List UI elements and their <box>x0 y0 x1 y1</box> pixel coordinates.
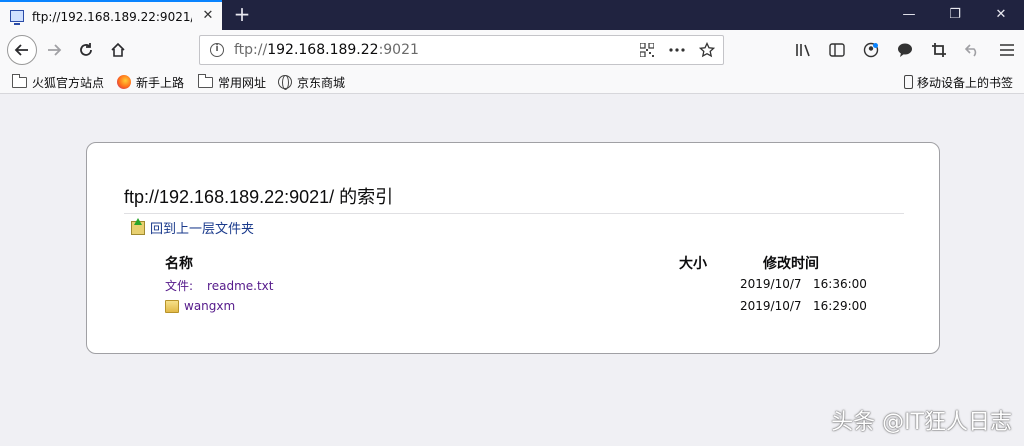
modified-date: 2019/10/7 <box>740 299 802 313</box>
reload-icon <box>80 43 92 56</box>
undo-icon[interactable] <box>956 36 990 64</box>
bookmark-mobile[interactable]: 移动设备上的书签 <box>904 73 1013 91</box>
qr-code-icon[interactable] <box>637 40 657 60</box>
back-button[interactable] <box>7 35 37 65</box>
computer-icon <box>10 10 24 25</box>
file-prefix: 文件: <box>165 279 194 293</box>
url-host: 192.168.189.22 <box>267 42 379 58</box>
bookmark-firefox-official[interactable]: 火狐官方站点 <box>12 73 104 91</box>
parent-directory-link[interactable]: 回到上一层文件夹 <box>131 217 255 237</box>
modified-time: 16:36:00 <box>813 277 867 291</box>
forward-button[interactable] <box>40 36 68 64</box>
url-text[interactable]: ftp://192.168.189.22:9021 <box>234 42 419 58</box>
tab-title: ftp://192.168.189.22:9021/ 的 <box>32 9 192 24</box>
page-actions-icon[interactable] <box>667 40 687 60</box>
watermark: 头条 @IT狂人日志 <box>831 410 1012 435</box>
globe-icon <box>278 75 292 90</box>
tab-ftp-index[interactable]: ftp://192.168.189.22:9021/ 的 ✕ <box>0 0 222 30</box>
reload-button[interactable] <box>72 36 100 64</box>
folder-name: wangxm <box>184 299 236 313</box>
bookmark-label: 京东商城 <box>297 75 346 90</box>
new-tab-button[interactable]: + <box>230 3 254 27</box>
close-tab-icon[interactable]: ✕ <box>200 8 216 24</box>
modified-time: 16:29:00 <box>813 299 867 313</box>
file-name: readme.txt <box>207 278 274 293</box>
back-arrow-icon <box>14 44 28 56</box>
firefox-icon <box>117 75 131 89</box>
folder-icon <box>12 73 27 88</box>
page-title: ftp://192.168.189.22:9021/ 的索引 <box>124 183 904 214</box>
table-row: 文件: readme.txt 2019/10/7 16:36:00 <box>165 277 867 297</box>
bookmarks-toolbar: 火狐官方站点 新手上路 常用网址 京东商城 移动设备上的书签 <box>0 70 1024 94</box>
address-bar[interactable]: i ftp://192.168.189.22:9021 <box>199 35 724 65</box>
file-link[interactable]: 文件: readme.txt <box>165 277 273 294</box>
url-port: :9021 <box>378 42 419 58</box>
minimize-button[interactable]: — <box>886 0 932 30</box>
sidebar-icon[interactable] <box>820 36 854 64</box>
forward-arrow-icon <box>48 44 62 56</box>
account-icon[interactable] <box>854 36 888 64</box>
screenshot-crop-icon[interactable] <box>922 36 956 64</box>
bookmark-label: 移动设备上的书签 <box>917 75 1014 90</box>
restore-button[interactable]: ❐ <box>932 0 978 30</box>
close-window-button[interactable]: ✕ <box>978 0 1024 30</box>
bookmark-label: 火狐官方站点 <box>32 75 105 90</box>
bookmark-label: 新手上路 <box>136 75 185 90</box>
toolbar-right-group <box>786 30 1024 70</box>
directory-listing-card: ftp://192.168.189.22:9021/ 的索引 回到上一层文件夹 … <box>86 142 940 354</box>
column-header-size[interactable]: 大小 <box>679 253 707 273</box>
folder-icon <box>198 73 213 88</box>
navigation-toolbar: i ftp://192.168.189.22:9021 <box>0 30 1024 70</box>
bookmark-common-sites[interactable]: 常用网址 <box>198 73 266 91</box>
up-folder-icon <box>131 217 145 235</box>
bookmark-getting-started[interactable]: 新手上路 <box>117 73 184 91</box>
library-icon[interactable] <box>786 36 820 64</box>
bookmark-label: 常用网址 <box>218 75 267 90</box>
home-icon <box>111 42 125 57</box>
column-header-name[interactable]: 名称 <box>165 253 193 273</box>
bookmark-star-icon[interactable] <box>697 40 717 60</box>
menu-hamburger-icon[interactable] <box>990 36 1024 64</box>
page-content: ftp://192.168.189.22:9021/ 的索引 回到上一层文件夹 … <box>0 95 1024 446</box>
url-scheme: ftp:// <box>234 42 268 58</box>
folder-link[interactable]: wangxm <box>165 299 235 313</box>
bookmark-jd-mall[interactable]: 京东商城 <box>278 73 345 91</box>
tab-strip: ftp://192.168.189.22:9021/ 的 ✕ + — ❐ ✕ <box>0 0 1024 30</box>
info-icon[interactable]: i <box>210 43 224 57</box>
column-header-modified[interactable]: 修改时间 <box>763 253 819 273</box>
chat-icon[interactable] <box>888 36 922 64</box>
parent-directory-label: 回到上一层文件夹 <box>150 222 255 237</box>
mobile-device-icon <box>904 75 913 89</box>
table-row: wangxm 2019/10/7 16:29:00 <box>165 299 867 319</box>
modified-date: 2019/10/7 <box>740 277 802 291</box>
home-button[interactable] <box>104 36 132 64</box>
folder-icon <box>165 299 179 313</box>
